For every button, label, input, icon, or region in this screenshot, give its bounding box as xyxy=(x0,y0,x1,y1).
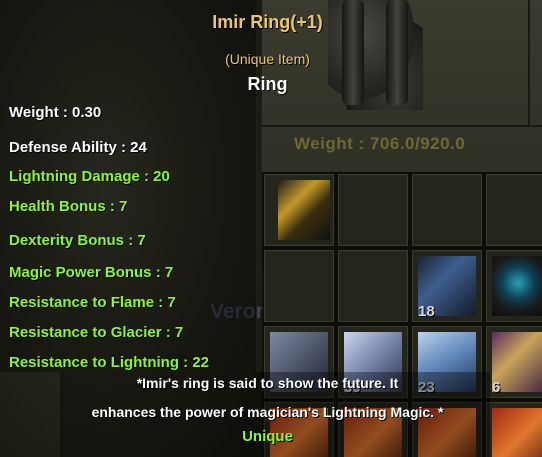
stat-dexterity-bonus: Dexterity Bonus : 7 xyxy=(9,232,146,249)
stat-resist-glacier: Resistance to Glacier : 7 xyxy=(9,324,184,341)
item-name: Imir Ring(+1) xyxy=(212,12,323,32)
item-type: Ring xyxy=(247,74,288,94)
item-tooltip: Imir Ring(+1) (Unique Item) Ring Weight … xyxy=(0,0,542,457)
item-description-line: *Imir's ring is said to show the future.… xyxy=(136,375,399,391)
stat-health-bonus: Health Bonus : 7 xyxy=(9,198,128,215)
stat-resist-flame: Resistance to Flame : 7 xyxy=(9,294,176,311)
rarity-label: Unique xyxy=(242,428,293,445)
stat-lightning-damage: Lightning Damage : 20 xyxy=(9,168,170,185)
stat-magic-power-bonus: Magic Power Bonus : 7 xyxy=(9,264,174,281)
item-description-line: enhances the power of magician's Lightni… xyxy=(91,404,444,420)
item-weight: Weight : 0.30 xyxy=(9,104,102,121)
stat-resist-lightning: Resistance to Lightning : 22 xyxy=(9,354,210,371)
item-defense: Defense Ability : 24 xyxy=(9,139,147,156)
item-grade: (Unique Item) xyxy=(225,51,310,67)
